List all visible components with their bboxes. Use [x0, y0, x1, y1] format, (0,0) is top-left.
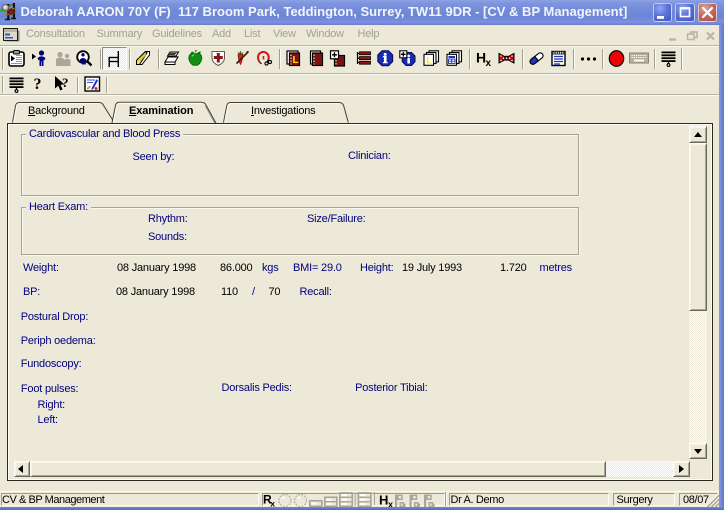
svg-text:?: ?	[62, 75, 68, 90]
svg-text:L: L	[293, 55, 299, 66]
svg-text:x: x	[486, 58, 492, 67]
svg-text:H: H	[379, 493, 388, 508]
svg-text:?: ?	[34, 76, 42, 93]
svg-text:x: x	[270, 498, 275, 507]
svg-text:L: L	[426, 55, 432, 66]
svg-text:H: H	[476, 50, 486, 66]
